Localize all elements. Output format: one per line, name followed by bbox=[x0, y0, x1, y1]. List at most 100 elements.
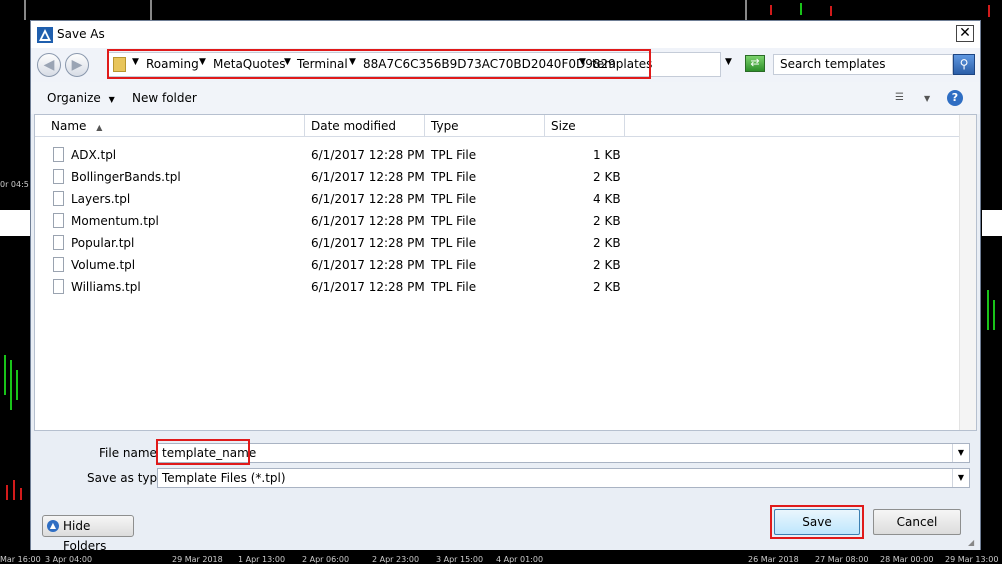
file-name: Layers.tpl bbox=[71, 192, 131, 206]
forward-button[interactable]: ▶ bbox=[65, 53, 89, 77]
price-label-left: 0r 04:5 bbox=[0, 180, 29, 189]
file-name-label: File name: bbox=[99, 446, 161, 460]
chart-divider-mid bbox=[150, 0, 152, 20]
refresh-icon: ⇄ bbox=[750, 56, 760, 69]
candle bbox=[770, 5, 772, 15]
vertical-scrollbar[interactable] bbox=[959, 115, 976, 430]
organize-label: Organize bbox=[47, 91, 101, 105]
list-item[interactable]: Williams.tpl 6/1/2017 12:28 PM TPL File … bbox=[35, 276, 976, 298]
candle bbox=[988, 5, 990, 17]
file-type: TPL File bbox=[431, 214, 477, 228]
list-item[interactable]: Layers.tpl 6/1/2017 12:28 PM TPL File 4 … bbox=[35, 188, 976, 210]
candle bbox=[800, 3, 802, 15]
new-folder-button[interactable]: New folder bbox=[132, 91, 197, 105]
cancel-button[interactable]: Cancel bbox=[873, 509, 961, 535]
save-button[interactable]: Save bbox=[774, 509, 860, 535]
list-item[interactable]: ADX.tpl 6/1/2017 12:28 PM TPL File 1 KB bbox=[35, 144, 976, 166]
refresh-button[interactable]: ⇄ bbox=[745, 55, 765, 72]
hide-folders-label: Hide Folders bbox=[63, 519, 107, 553]
file-size: 2 KB bbox=[593, 258, 621, 272]
candle bbox=[993, 300, 995, 330]
hide-folders-button[interactable]: ▲ Hide Folders bbox=[42, 515, 134, 553]
file-date: 6/1/2017 12:28 PM bbox=[311, 214, 425, 228]
file-icon bbox=[53, 257, 64, 272]
file-name-field[interactable]: template_name ▼ bbox=[157, 443, 970, 463]
save-as-type-value: Template Files (*.tpl) bbox=[162, 471, 286, 485]
file-size: 2 KB bbox=[593, 214, 621, 228]
file-name: Volume.tpl bbox=[71, 258, 136, 272]
chevron-up-icon: ▲ bbox=[47, 520, 59, 532]
address-history-dropdown[interactable]: ▼ bbox=[725, 57, 732, 67]
close-button[interactable]: ✕ bbox=[956, 25, 974, 42]
column-header-size[interactable]: Size bbox=[545, 115, 625, 137]
file-icon bbox=[53, 235, 64, 250]
search-input[interactable]: Search templates bbox=[773, 54, 953, 75]
organize-menu[interactable]: Organize ▼ bbox=[47, 91, 115, 105]
file-name: BollingerBands.tpl bbox=[71, 170, 181, 184]
metatrader-app-icon bbox=[37, 27, 53, 43]
chevron-down-icon[interactable]: ▼ bbox=[952, 444, 969, 462]
file-type: TPL File bbox=[431, 192, 477, 206]
resize-grip[interactable]: ◢ bbox=[968, 538, 978, 548]
candle bbox=[4, 355, 6, 395]
column-header-date[interactable]: Date modified bbox=[305, 115, 425, 137]
help-icon[interactable]: ? bbox=[947, 90, 963, 106]
chart-divider-left bbox=[24, 0, 26, 20]
file-date: 6/1/2017 12:28 PM bbox=[311, 258, 425, 272]
column-header-name-label: Name bbox=[51, 119, 87, 133]
file-name: Popular.tpl bbox=[71, 236, 135, 250]
list-item[interactable]: Volume.tpl 6/1/2017 12:28 PM TPL File 2 … bbox=[35, 254, 976, 276]
file-icon bbox=[53, 169, 64, 184]
file-icon bbox=[53, 191, 64, 206]
file-type: TPL File bbox=[431, 258, 477, 272]
file-date: 6/1/2017 12:28 PM bbox=[311, 280, 425, 294]
command-toolbar: Organize ▼ New folder ☰ ▼ ? bbox=[31, 82, 980, 114]
file-icon bbox=[53, 147, 64, 162]
file-type: TPL File bbox=[431, 280, 477, 294]
column-header-type[interactable]: Type bbox=[425, 115, 545, 137]
candle bbox=[16, 370, 18, 400]
column-header-name[interactable]: Name ▲ bbox=[35, 115, 305, 137]
chevron-down-icon[interactable]: ▼ bbox=[924, 94, 930, 103]
list-item[interactable]: BollingerBands.tpl 6/1/2017 12:28 PM TPL… bbox=[35, 166, 976, 188]
search-button[interactable]: ⚲ bbox=[953, 54, 975, 75]
chart-panel-separator-left bbox=[0, 210, 30, 236]
title-bar[interactable]: Save As ✕ bbox=[31, 21, 980, 48]
file-date: 6/1/2017 12:28 PM bbox=[311, 192, 425, 206]
view-options-icon[interactable]: ☰ bbox=[895, 92, 904, 103]
file-date: 6/1/2017 12:28 PM bbox=[311, 170, 425, 184]
file-size: 2 KB bbox=[593, 170, 621, 184]
file-size: 2 KB bbox=[593, 236, 621, 250]
file-icon bbox=[53, 213, 64, 228]
file-icon bbox=[53, 279, 64, 294]
arrow-left-icon: ◀ bbox=[43, 57, 55, 73]
candle bbox=[987, 290, 989, 330]
file-date: 6/1/2017 12:28 PM bbox=[311, 148, 425, 162]
list-item[interactable]: Momentum.tpl 6/1/2017 12:28 PM TPL File … bbox=[35, 210, 976, 232]
candle bbox=[6, 485, 8, 500]
candle bbox=[13, 480, 15, 500]
candle bbox=[10, 360, 12, 410]
save-as-type-select[interactable]: Template Files (*.tpl) ▼ bbox=[157, 468, 970, 488]
candle bbox=[20, 488, 22, 500]
breadcrumb-highlight bbox=[107, 49, 651, 79]
list-item[interactable]: Popular.tpl 6/1/2017 12:28 PM TPL File 2… bbox=[35, 232, 976, 254]
file-name: Momentum.tpl bbox=[71, 214, 159, 228]
file-type: TPL File bbox=[431, 236, 477, 250]
chevron-down-icon[interactable]: ▼ bbox=[952, 469, 969, 487]
back-button[interactable]: ◀ bbox=[37, 53, 61, 77]
file-date: 6/1/2017 12:28 PM bbox=[311, 236, 425, 250]
file-type: TPL File bbox=[431, 170, 477, 184]
file-list[interactable]: Name ▲ Date modified Type Size ADX.tpl 6… bbox=[34, 114, 977, 431]
chart-divider-mid2 bbox=[745, 0, 747, 20]
file-type: TPL File bbox=[431, 148, 477, 162]
file-size: 1 KB bbox=[593, 148, 621, 162]
chart-panel-separator-right bbox=[982, 210, 1002, 236]
save-as-dialog: Save As ✕ ◀ ▶ ▼ Roaming ▼ MetaQuotes ▼ T… bbox=[30, 20, 981, 553]
save-options-panel: File name: template_name ▼ Save as type:… bbox=[31, 431, 980, 553]
sort-ascending-icon: ▲ bbox=[96, 123, 103, 132]
search-icon: ⚲ bbox=[959, 57, 969, 71]
file-size: 2 KB bbox=[593, 280, 621, 294]
arrow-right-icon: ▶ bbox=[71, 57, 83, 73]
file-name: Williams.tpl bbox=[71, 280, 141, 294]
